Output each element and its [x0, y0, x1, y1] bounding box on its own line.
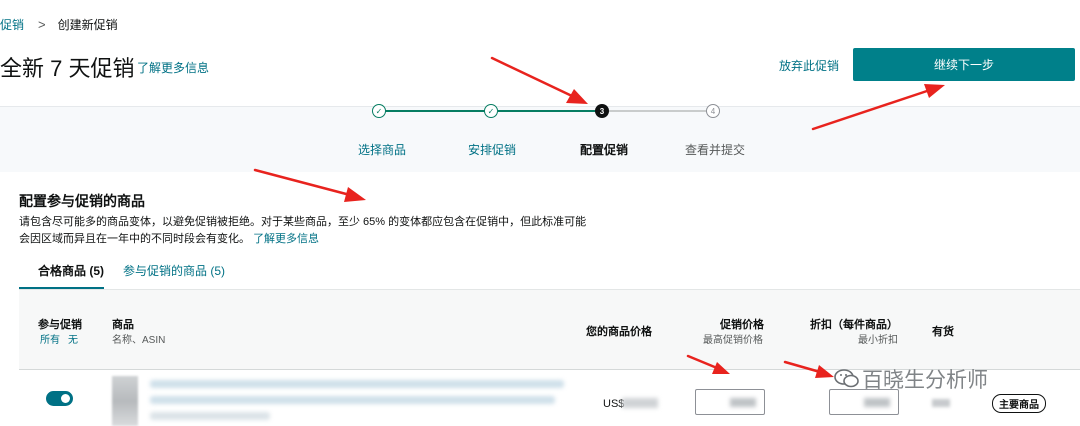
annotation-arrow — [490, 56, 574, 98]
col-product: 商品 — [112, 319, 134, 331]
breadcrumb-promotions-link[interactable]: 促销 — [0, 18, 24, 32]
col-promo-price-sub: 最高促销价格 — [703, 335, 763, 346]
product-thumbnail — [112, 376, 138, 426]
table-header — [19, 290, 1080, 369]
description-line-2: 会因区域而异且在一年中的不同时段会有变化。 — [19, 233, 250, 245]
tab-eligible-products[interactable]: 合格商品 (5) — [38, 262, 104, 279]
col-your-price: 您的商品价格 — [586, 326, 652, 338]
step-2-check-icon: ✓ — [484, 104, 498, 118]
select-all-link[interactable]: 所有 — [40, 331, 60, 346]
stock-value-blurred — [932, 399, 950, 407]
annotation-arrow-head — [924, 84, 945, 98]
product-name-blurred[interactable] — [150, 380, 564, 388]
abandon-promotion-link[interactable]: 放弃此促销 — [779, 57, 839, 74]
step-1-check-icon: ✓ — [372, 104, 386, 118]
step-connector — [498, 110, 598, 112]
section-title: 配置参与促销的商品 — [19, 193, 145, 209]
description-line-1: 请包含尽可能多的商品变体，以避免促销被拒绝。对于某些商品，至少 65% 的变体都… — [19, 216, 587, 228]
learn-more-link[interactable]: 了解更多信息 — [137, 59, 209, 76]
continue-next-step-button[interactable]: 继续下一步 — [853, 48, 1075, 81]
tab-participating-products[interactable]: 参与促销的商品 (5) — [123, 262, 225, 279]
col-discount-sub: 最小折扣 — [858, 335, 898, 346]
stepper — [0, 106, 1080, 172]
step-schedule-promotion[interactable]: 安排促销 — [468, 141, 516, 158]
col-product-sub: 名称、ASIN — [112, 335, 166, 346]
step-4-marker: 4 — [706, 104, 720, 118]
product-asin-blurred — [150, 412, 270, 420]
section-description: 请包含尽可能多的商品变体，以避免促销被拒绝。对于某些商品，至少 65% 的变体都… — [19, 214, 619, 248]
col-discount: 折扣（每件商品） — [810, 319, 898, 331]
annotation-arrow-head — [344, 187, 366, 202]
promo-price-input[interactable] — [695, 389, 765, 415]
breadcrumb-current: 创建新促销 — [57, 18, 118, 32]
annotation-arrow-head — [566, 89, 588, 104]
step-configure-promotion: 配置促销 — [580, 143, 629, 157]
watermark-text: 百晓生分析师 — [862, 368, 988, 392]
breadcrumb: 促销 > 创建新促销 — [0, 16, 118, 33]
col-promo-price: 促销价格 — [720, 319, 764, 331]
step-select-products[interactable]: 选择商品 — [358, 141, 406, 158]
step-connector — [605, 110, 708, 112]
step-review-submit: 查看并提交 — [685, 143, 746, 157]
step-3-marker: 3 — [595, 104, 609, 118]
select-none-link[interactable]: 无 — [68, 331, 78, 346]
breadcrumb-separator: > — [38, 17, 46, 32]
page-title: 全新 7 天促销 — [0, 56, 135, 81]
section-learn-more-link[interactable]: 了解更多信息 — [253, 233, 319, 245]
step-connector — [385, 110, 491, 112]
price-amount-blurred — [622, 398, 658, 408]
annotation-arrow — [253, 168, 352, 197]
main-product-badge: 主要商品 — [992, 394, 1046, 413]
wechat-icon — [834, 369, 859, 388]
participate-toggle[interactable] — [46, 391, 73, 406]
product-name-blurred — [150, 396, 555, 404]
col-participate: 参与促销 — [38, 319, 82, 331]
col-stock: 有货 — [932, 326, 954, 338]
toggle-knob — [61, 394, 70, 403]
